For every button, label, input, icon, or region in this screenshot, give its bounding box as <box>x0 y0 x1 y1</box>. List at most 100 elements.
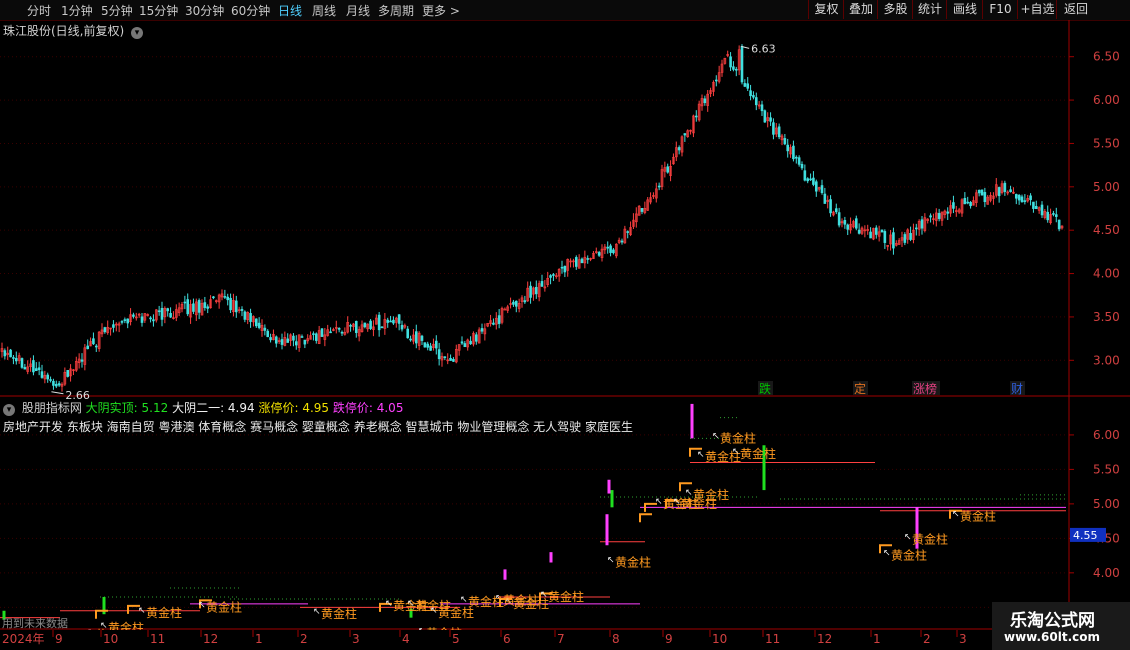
candle-body <box>929 215 932 218</box>
candle-body <box>52 380 55 386</box>
event-marker: 财 <box>1011 382 1023 396</box>
candle-body <box>474 334 478 342</box>
candle-body <box>206 306 210 309</box>
month-label: 8 <box>612 632 620 646</box>
candle-body <box>549 275 552 278</box>
candle-body <box>234 300 238 313</box>
candle-body <box>197 300 201 313</box>
candle-body <box>640 208 644 212</box>
candle-body <box>857 229 861 234</box>
candle-body <box>1014 194 1018 199</box>
candle-body <box>40 371 44 378</box>
signal-arrow: ↖ <box>883 549 891 559</box>
candle-body <box>1054 214 1058 217</box>
candle-body <box>329 331 332 334</box>
y-tick-label: 5.50 <box>1093 462 1120 476</box>
signal-label: 黄金柱 <box>720 430 756 445</box>
candle-body <box>769 117 772 122</box>
signal-label: 黄金柱 <box>615 554 651 569</box>
signal-label: 黄金柱 <box>146 605 182 620</box>
chart-canvas: 6.50 6.00 5.50 5.00 4.50 4.00 3.50 3.00 6.00 5.50… <box>0 20 1130 650</box>
candle-body <box>54 383 58 387</box>
candle-body <box>132 314 135 317</box>
y-tick-label: 6.50 <box>1093 50 1120 64</box>
candle-body <box>1017 194 1021 201</box>
candle-body <box>837 212 841 226</box>
month-label: 7 <box>557 632 565 646</box>
candle-body <box>977 190 981 194</box>
current-value-label: 4.55 <box>1073 529 1098 542</box>
candle-body <box>806 178 810 182</box>
indicator-metric: 涨停价: 4.95 <box>254 401 330 415</box>
y-tick-label: 6.00 <box>1093 428 1120 442</box>
indicator-metric: 大阴实顶: 5.12 <box>85 401 169 415</box>
y-tick-label: 5.00 <box>1093 180 1120 194</box>
signal-arrow: ↖ <box>607 555 615 565</box>
y-tick-label: 4.00 <box>1093 267 1120 281</box>
indicator-bar <box>610 490 614 508</box>
candle-body <box>597 252 601 256</box>
candle-body <box>814 181 818 192</box>
signal-arrow: ↖ <box>198 600 206 610</box>
candle-body <box>1029 195 1032 201</box>
month-label: 5 <box>452 632 460 646</box>
concept-tags: 房地产开发 东板块 海南自贸 粤港澳 体育概念 赛马概念 婴童概念 养老概念 智… <box>3 420 633 434</box>
month-label: 6 <box>503 632 511 646</box>
candle-body <box>703 98 707 104</box>
candle-body <box>23 367 27 370</box>
candle-body <box>966 201 970 204</box>
indicator-title[interactable]: ▾ 股朋指标网 大阴实顶: 5.12 大阴二一: 4.94 涨停价: 4.95 … <box>3 399 403 416</box>
price-panel-title[interactable]: 珠江股份(日线,前复权) ▾ <box>3 22 144 39</box>
candle-body <box>160 307 164 320</box>
candle-body <box>777 126 781 138</box>
candle-body <box>523 300 527 303</box>
candle-body <box>397 314 401 324</box>
candle-body <box>1034 205 1038 210</box>
candle-body <box>812 177 815 185</box>
candle-body <box>120 321 124 323</box>
indicator-metric: 跌停价: 4.05 <box>329 401 404 415</box>
candle-body <box>192 303 195 312</box>
indicator-bar <box>549 552 553 563</box>
candle-body <box>294 341 298 346</box>
candle-body <box>229 297 232 311</box>
month-label: 9 <box>55 632 63 646</box>
candle-body <box>854 218 858 229</box>
candle-body <box>389 320 392 323</box>
candle-body <box>303 339 307 345</box>
candle-body <box>203 302 207 308</box>
y-tick-label: 4.00 <box>1093 566 1120 580</box>
chevron-down-icon[interactable]: ▾ <box>131 27 144 39</box>
signal-arrow: ↖ <box>540 590 548 600</box>
signal-arrow: ↖ <box>904 533 912 543</box>
candle-body <box>574 257 578 267</box>
candle-body <box>257 322 261 328</box>
month-label: 10 <box>103 632 118 646</box>
candle-body <box>1046 211 1050 221</box>
chevron-down-icon[interactable]: ▾ <box>3 404 15 416</box>
signal-label: 黄金柱 <box>912 532 948 547</box>
candle-body <box>746 83 750 89</box>
signal-arrow: ↖ <box>313 607 321 617</box>
candle-body <box>540 281 544 287</box>
candle-body <box>312 333 315 335</box>
signal-arrow: ↖ <box>385 599 393 609</box>
candle-body <box>1057 219 1061 230</box>
candle-body <box>800 163 804 169</box>
candle-body <box>157 310 161 313</box>
candle-body <box>263 327 267 331</box>
candle-body <box>666 166 670 173</box>
signal-arrow: ↖ <box>460 595 468 605</box>
candle-body <box>1020 196 1024 203</box>
candle-body <box>94 345 98 348</box>
candle-body <box>760 104 764 112</box>
candle-body <box>469 340 472 345</box>
watermark-url: www.60lt.com <box>1004 630 1101 644</box>
candle-body <box>983 192 987 203</box>
candle-body <box>626 231 630 233</box>
candle-body <box>149 317 152 320</box>
candle-body <box>32 360 35 373</box>
candle-body <box>34 368 38 372</box>
candle-body <box>80 359 84 362</box>
y-tick-label: 4.50 <box>1093 223 1120 237</box>
